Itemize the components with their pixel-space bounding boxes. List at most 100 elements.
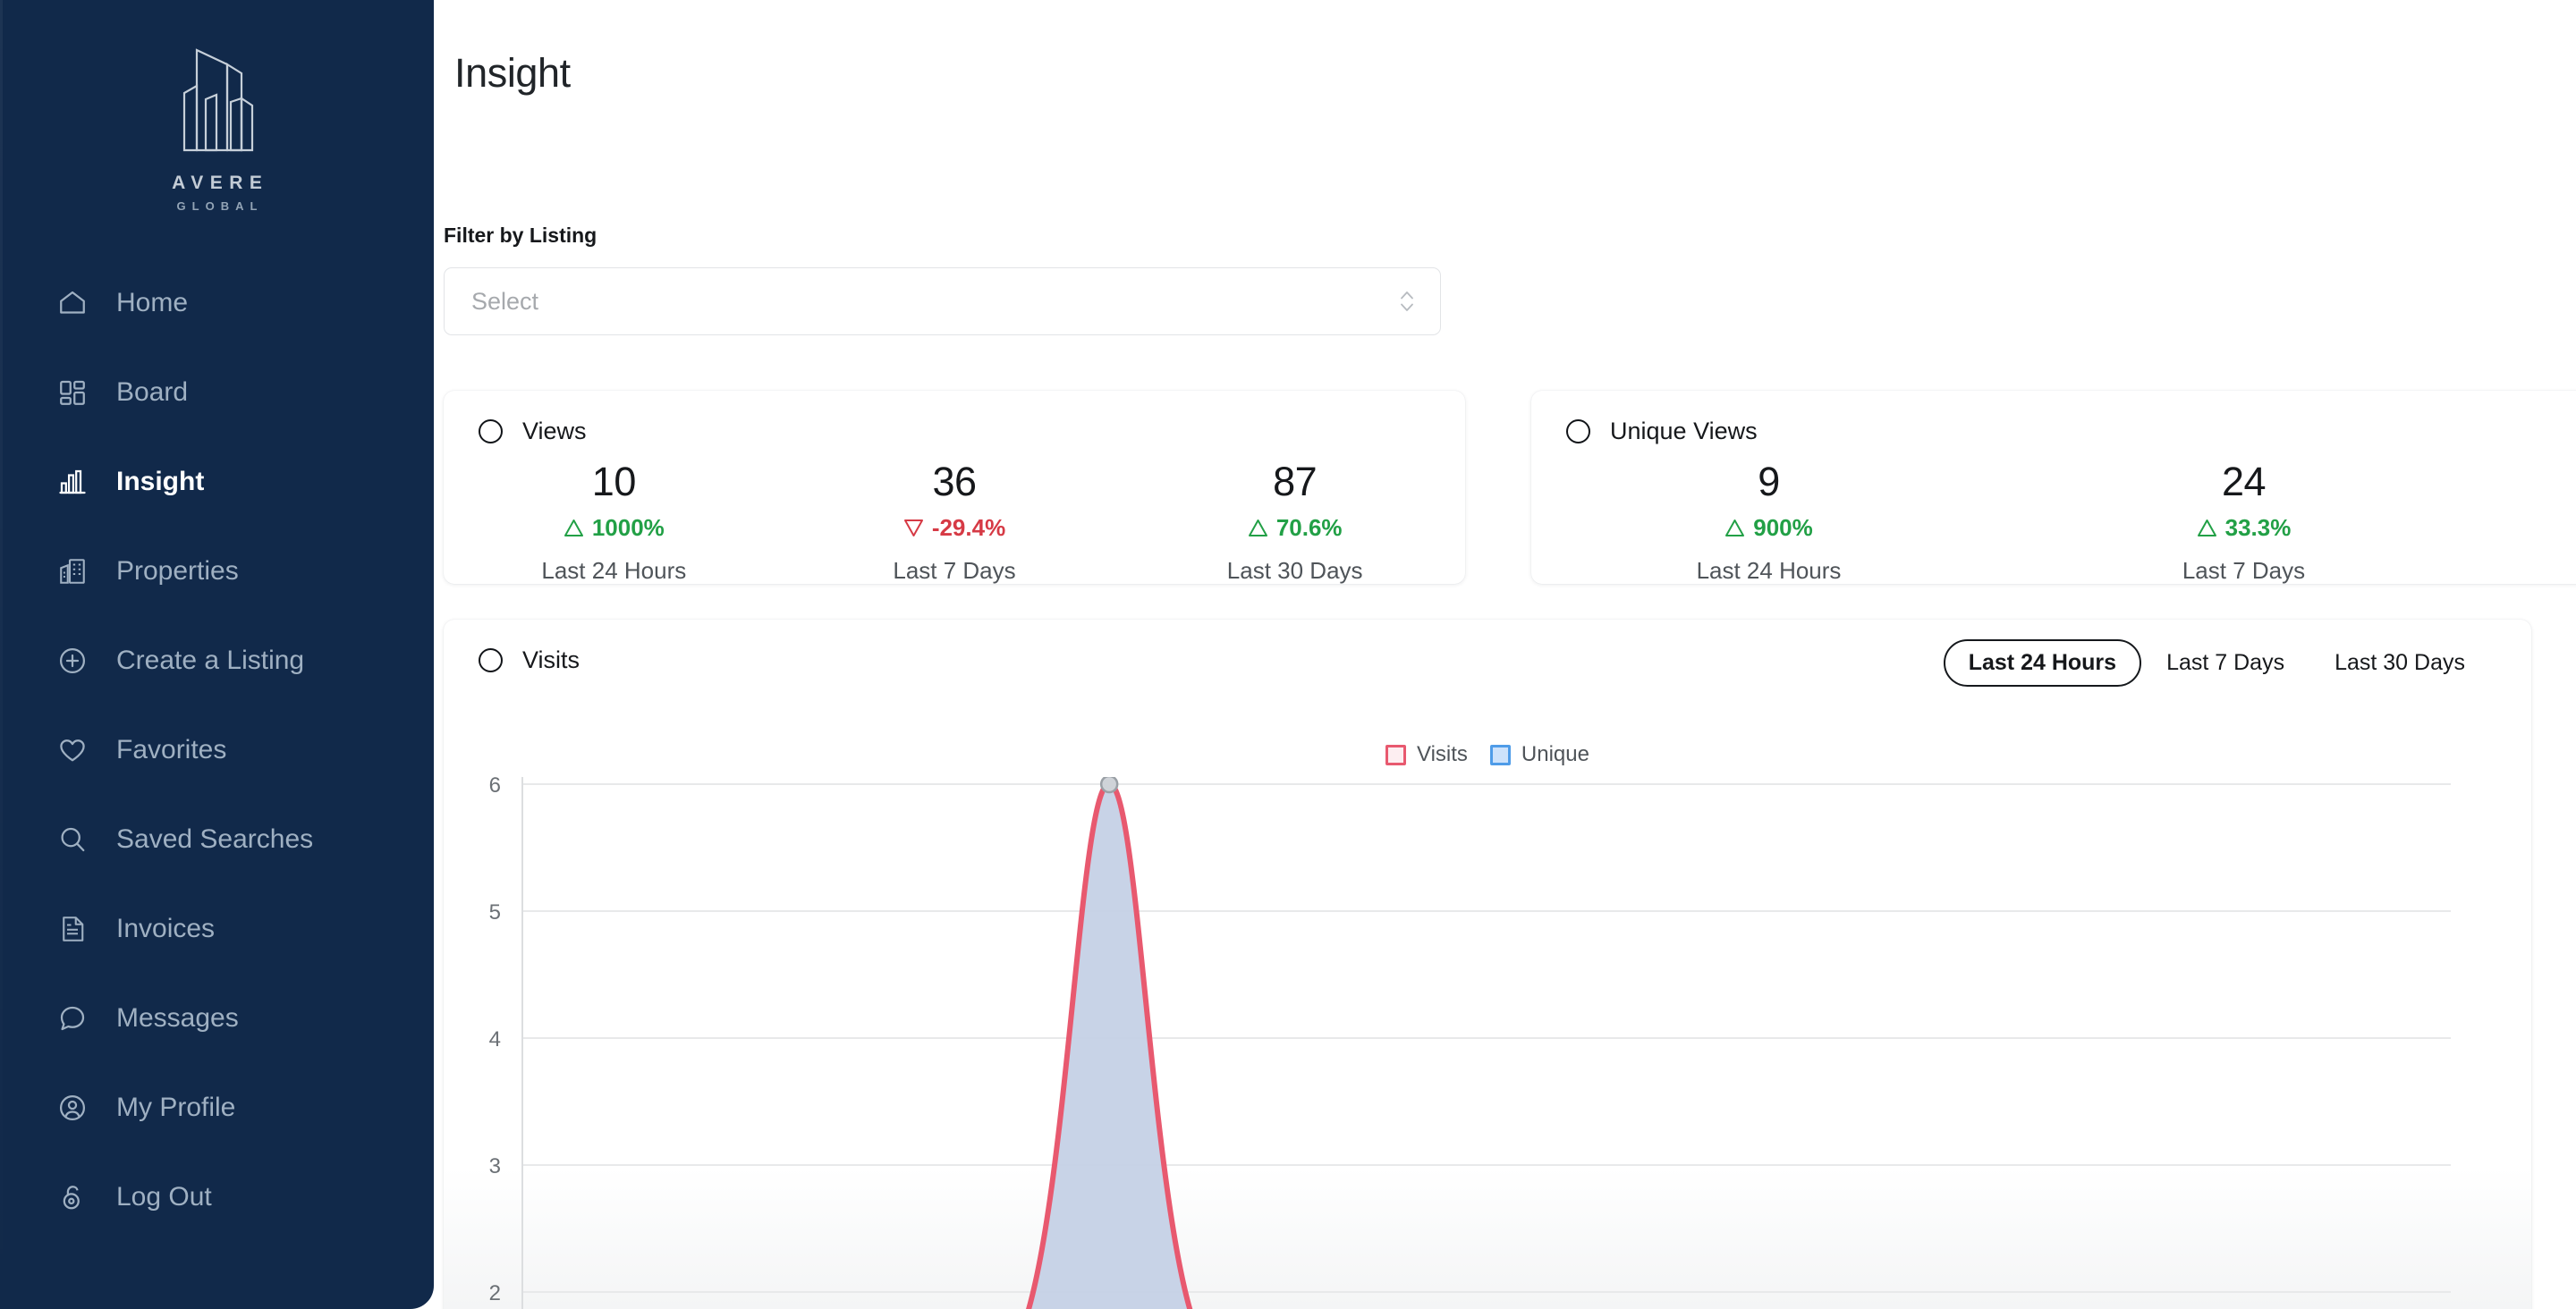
sidebar-item-board[interactable]: Board xyxy=(0,368,434,417)
filter-label: Filter by Listing xyxy=(444,224,597,247)
sidebar-item-properties[interactable]: Properties xyxy=(0,547,434,595)
brand-tagline: GLOBAL xyxy=(176,199,264,213)
sidebar-item-label: Home xyxy=(116,288,189,317)
chart-peak-marker xyxy=(1099,777,1119,794)
legend-swatch-unique xyxy=(1489,744,1511,765)
chart-y-tick-label: 3 xyxy=(489,1154,501,1178)
home-icon xyxy=(55,286,89,320)
sidebar-item-my-profile[interactable]: My Profile xyxy=(0,1084,434,1132)
sidebar-item-create-a-listing[interactable]: Create a Listing xyxy=(0,637,434,685)
metric-delta-text: 900% xyxy=(1753,514,1813,541)
metric-value: 9 xyxy=(1758,459,1780,504)
sidebar-item-label: Log Out xyxy=(116,1182,212,1212)
sidebar-item-label: Create a Listing xyxy=(116,646,305,675)
legend-label-unique: Unique xyxy=(1521,742,1589,766)
metric-period: Last 7 Days xyxy=(2182,557,2306,584)
buildings-outline-logo-icon xyxy=(182,48,253,152)
chart-y-tick-label: 6 xyxy=(489,777,501,798)
chevron-up-down-icon xyxy=(1401,291,1413,311)
tab-last-30-days[interactable]: Last 30 Days xyxy=(2309,639,2490,687)
sidebar: AVERE GLOBAL Home Board Insight Properti… xyxy=(0,0,434,1309)
metric-delta: 70.6% xyxy=(1124,516,1465,539)
sidebar-item-label: Favorites xyxy=(116,735,227,764)
user-circle-icon xyxy=(55,1091,89,1125)
triangle-down-icon xyxy=(903,519,923,536)
metric-delta: 1000% xyxy=(444,516,784,539)
listing-select[interactable]: Select xyxy=(444,267,1441,335)
triangle-up-icon xyxy=(2197,519,2216,536)
sidebar-item-label: Board xyxy=(116,377,189,407)
sidebar-nav: Home Board Insight Properties Create a L… xyxy=(0,279,434,1221)
brand-logo[interactable]: AVERE GLOBAL xyxy=(0,0,434,213)
metric-delta-text: 33.3% xyxy=(2224,514,2292,541)
metric-unique-24h: 9 900% Last 24 Hours xyxy=(1531,461,2006,582)
metric-period: Last 30 Days xyxy=(2481,559,2576,582)
search-icon xyxy=(55,823,89,857)
board-grid-icon xyxy=(55,376,89,410)
metric-delta: -29.4% xyxy=(784,516,1125,539)
metric-value: 42 xyxy=(2481,461,2576,502)
visits-chart[interactable]: 6 5 4 3 2 xyxy=(444,777,2531,1309)
unique-views-card-header: Unique Views xyxy=(1531,391,2576,443)
metric-period: Last 30 Days xyxy=(1226,557,1363,584)
metric-delta-text: 70.6% xyxy=(1275,514,1343,541)
tab-last-7-days[interactable]: Last 7 Days xyxy=(2141,639,2309,687)
bar-chart-icon xyxy=(55,465,89,499)
sidebar-item-label: Saved Searches xyxy=(116,824,314,854)
plus-circle-icon xyxy=(55,644,89,678)
visits-card-header: Visits Last 24 Hours Last 7 Days Last 30… xyxy=(444,620,2531,713)
brand-name: AVERE xyxy=(172,173,269,193)
invoice-doc-icon xyxy=(55,912,89,946)
metric-delta-text: -29.4% xyxy=(931,514,1006,541)
sidebar-item-home[interactable]: Home xyxy=(0,279,434,327)
views-stat-card: Views 10 1000% Last 24 Hours 36 -29.4% L… xyxy=(444,391,1465,584)
triangle-up-icon xyxy=(564,519,583,536)
metric-views-30d: 87 70.6% Last 30 Days xyxy=(1124,461,1465,582)
circle-outline-icon xyxy=(479,419,503,443)
visits-chart-svg: 6 5 4 3 2 xyxy=(444,777,2531,1309)
metric-delta-text: 1000% xyxy=(591,514,665,541)
legend-item-unique[interactable]: Unique xyxy=(1489,742,1589,766)
sidebar-item-messages[interactable]: Messages xyxy=(0,994,434,1043)
sidebar-item-log-out[interactable]: Log Out xyxy=(0,1173,434,1221)
metric-delta: 900% xyxy=(1531,516,2006,539)
metric-delta: 133.3% xyxy=(2481,516,2576,539)
metric-period: Last 24 Hours xyxy=(1696,557,1842,584)
metric-value: 24 xyxy=(2221,459,2267,504)
sidebar-item-invoices[interactable]: Invoices xyxy=(0,905,434,953)
metric-delta: 33.3% xyxy=(2006,516,2481,539)
legend-label-visits: Visits xyxy=(1417,742,1468,766)
views-metric-row: 10 1000% Last 24 Hours 36 -29.4% Last 7 … xyxy=(444,461,1465,582)
sidebar-item-label: Invoices xyxy=(116,914,216,943)
legend-swatch-visits xyxy=(1385,744,1407,765)
tab-last-24-hours[interactable]: Last 24 Hours xyxy=(1943,639,2142,687)
sidebar-item-insight[interactable]: Insight xyxy=(0,458,434,506)
metric-unique-30d: 42 133.3% Last 30 Days xyxy=(2481,461,2576,582)
buildings-icon xyxy=(55,554,89,588)
metric-value: 10 xyxy=(591,459,637,504)
metric-views-24h: 10 1000% Last 24 Hours xyxy=(444,461,784,582)
triangle-up-icon xyxy=(1725,519,1745,536)
heart-icon xyxy=(55,733,89,767)
main-content: Insight Filter by Listing Select Views 1… xyxy=(434,0,2576,1309)
app-root: AVERE GLOBAL Home Board Insight Properti… xyxy=(0,0,2576,1309)
sidebar-item-saved-searches[interactable]: Saved Searches xyxy=(0,815,434,864)
sidebar-item-label: Properties xyxy=(116,556,239,586)
legend-item-visits[interactable]: Visits xyxy=(1385,744,1468,765)
sidebar-item-favorites[interactable]: Favorites xyxy=(0,726,434,774)
filter-by-listing-section: Filter by Listing Select xyxy=(444,224,1463,335)
circle-outline-icon xyxy=(479,648,503,672)
metric-views-7d: 36 -29.4% Last 7 Days xyxy=(784,461,1125,582)
lock-icon xyxy=(55,1180,89,1214)
chart-y-tick-label: 2 xyxy=(489,1281,501,1305)
visits-chart-card: Visits Last 24 Hours Last 7 Days Last 30… xyxy=(444,620,2531,1309)
chart-y-tick-label: 4 xyxy=(489,1027,501,1051)
views-card-header: Views xyxy=(444,391,1465,443)
chat-bubble-icon xyxy=(55,1001,89,1035)
sidebar-item-label: Insight xyxy=(116,467,205,496)
metric-period: Last 24 Hours xyxy=(541,557,687,584)
chart-legend: Visits Unique xyxy=(444,744,2531,765)
views-card-title: Views xyxy=(522,418,587,444)
chart-y-tick-label: 5 xyxy=(489,900,501,925)
visits-card-title: Visits xyxy=(522,646,580,673)
